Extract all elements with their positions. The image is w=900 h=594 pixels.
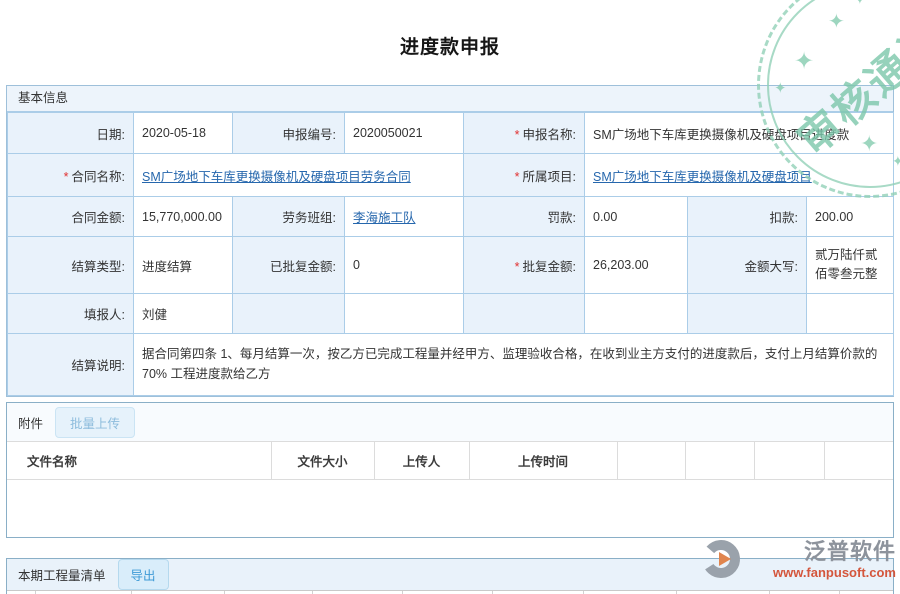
table-row: 结算类型: 进度结算 已批复金额: 0 *批复金额: 26,203.00 金额大…: [8, 237, 894, 294]
empty-header-cell: [685, 442, 754, 480]
empty-label-cell: [464, 294, 585, 334]
date-value: 2020-05-18: [134, 113, 233, 154]
declare-name-value: SM广场地下车库更换摄像机及硬盘项目进度款: [585, 113, 894, 154]
labor-team-label: 劳务班组:: [233, 197, 345, 237]
empty-label-cell: [233, 294, 345, 334]
project-label: *所属项目:: [464, 154, 585, 197]
contract-amount-value: 15,770,000.00: [134, 197, 233, 237]
date-label: 日期:: [8, 113, 134, 154]
batch-upload-button[interactable]: 批量上传: [55, 407, 135, 438]
contract-name-link[interactable]: SM广场地下车库更换摄像机及硬盘项目劳务合同: [142, 170, 411, 184]
page-title: 进度款申报: [0, 32, 900, 59]
empty-header-cell: [824, 442, 893, 480]
file-name-header: 文件名称: [7, 442, 271, 480]
table-row: *合同名称: SM广场地下车库更换摄像机及硬盘项目劳务合同 *所属项目: SM广…: [8, 154, 894, 197]
star-icon: ✦: [828, 9, 845, 34]
amount-words-label: 金额大写:: [688, 237, 807, 294]
empty-value-cell: [807, 294, 894, 334]
attachments-empty-area: [7, 480, 893, 537]
basic-info-table: 日期: 2020-05-18 申报编号: 2020050021 *申报名称: S…: [7, 112, 894, 396]
required-mark: *: [515, 170, 520, 184]
quantity-list-section-title: 本期工程量清单: [18, 565, 106, 584]
contract-name-label: *合同名称:: [8, 154, 134, 197]
attachments-section-title: 附件: [18, 413, 43, 432]
table-row: 结算说明: 据合同第四条 1、每月结算一次，按乙方已完成工程量并经甲方、监理验收…: [8, 334, 894, 396]
attachments-header-row: 文件名称 文件大小 上传人 上传时间: [7, 442, 893, 480]
contract-name-value: SM广场地下车库更换摄像机及硬盘项目劳务合同: [134, 154, 464, 197]
amount-words-value: 贰万陆仟贰佰零叁元整: [807, 237, 894, 294]
export-button[interactable]: 导出: [118, 559, 169, 590]
settle-type-value: 进度结算: [134, 237, 233, 294]
attachments-section: 附件 批量上传 文件名称 文件大小 上传人 上传时间: [6, 402, 894, 538]
project-value: SM广场地下车库更换摄像机及硬盘项目: [585, 154, 894, 197]
table-row: 日期: 2020-05-18 申报编号: 2020050021 *申报名称: S…: [8, 113, 894, 154]
settle-note-value: 据合同第四条 1、每月结算一次，按乙方已完成工程量并经甲方、监理验收合格，在收到…: [134, 334, 894, 396]
attachments-table: 文件名称 文件大小 上传人 上传时间: [7, 441, 893, 480]
approved-amount-label: 已批复金额:: [233, 237, 345, 294]
uploader-header: 上传人: [374, 442, 469, 480]
basic-info-section: 基本信息 日期: 2020-05-18 申报编号: 2020050021 *申报…: [6, 85, 894, 397]
empty-header-cell: [754, 442, 824, 480]
contract-amount-label: 合同金额:: [8, 197, 134, 237]
upload-time-header: 上传时间: [469, 442, 617, 480]
table-row: 合同金额: 15,770,000.00 劳务班组: 李海施工队 罚款: 0.00…: [8, 197, 894, 237]
declare-no-label: 申报编号:: [233, 113, 345, 154]
required-mark: *: [64, 170, 69, 184]
labor-team-link[interactable]: 李海施工队: [353, 211, 416, 225]
approve-amount-label: *批复金额:: [464, 237, 585, 294]
empty-value-cell: [345, 294, 464, 334]
table-row: 填报人: 刘健: [8, 294, 894, 334]
declare-no-value: 2020050021: [345, 113, 464, 154]
empty-value-cell: [585, 294, 688, 334]
penalty-value: 0.00: [585, 197, 688, 237]
basic-info-section-title: 基本信息: [7, 86, 893, 112]
empty-header-cell: [617, 442, 685, 480]
brand-site-url: www.fanpusoft.com: [773, 566, 896, 580]
filler-value: 刘健: [134, 294, 233, 334]
brand-logo: 泛普软件 www.fanpusoft.com: [700, 538, 896, 580]
settle-note-label: 结算说明:: [8, 334, 134, 396]
quantity-list-cutoff-row: [7, 590, 893, 594]
project-link[interactable]: SM广场地下车库更换摄像机及硬盘项目: [593, 170, 812, 184]
declare-name-label: *申报名称:: [464, 113, 585, 154]
approve-amount-value: 26,203.00: [585, 237, 688, 294]
star-icon: ✦: [854, 0, 866, 8]
filler-label: 填报人:: [8, 294, 134, 334]
labor-team-value: 李海施工队: [345, 197, 464, 237]
file-size-header: 文件大小: [271, 442, 374, 480]
deduction-value: 200.00: [807, 197, 894, 237]
required-mark: *: [515, 260, 520, 274]
empty-label-cell: [688, 294, 807, 334]
settle-type-label: 结算类型:: [8, 237, 134, 294]
approved-amount-value: 0: [345, 237, 464, 294]
brand-name: 泛普软件: [804, 538, 896, 566]
deduction-label: 扣款:: [688, 197, 807, 237]
fanpu-logo-icon: [700, 538, 742, 580]
penalty-label: 罚款:: [464, 197, 585, 237]
required-mark: *: [515, 128, 520, 142]
